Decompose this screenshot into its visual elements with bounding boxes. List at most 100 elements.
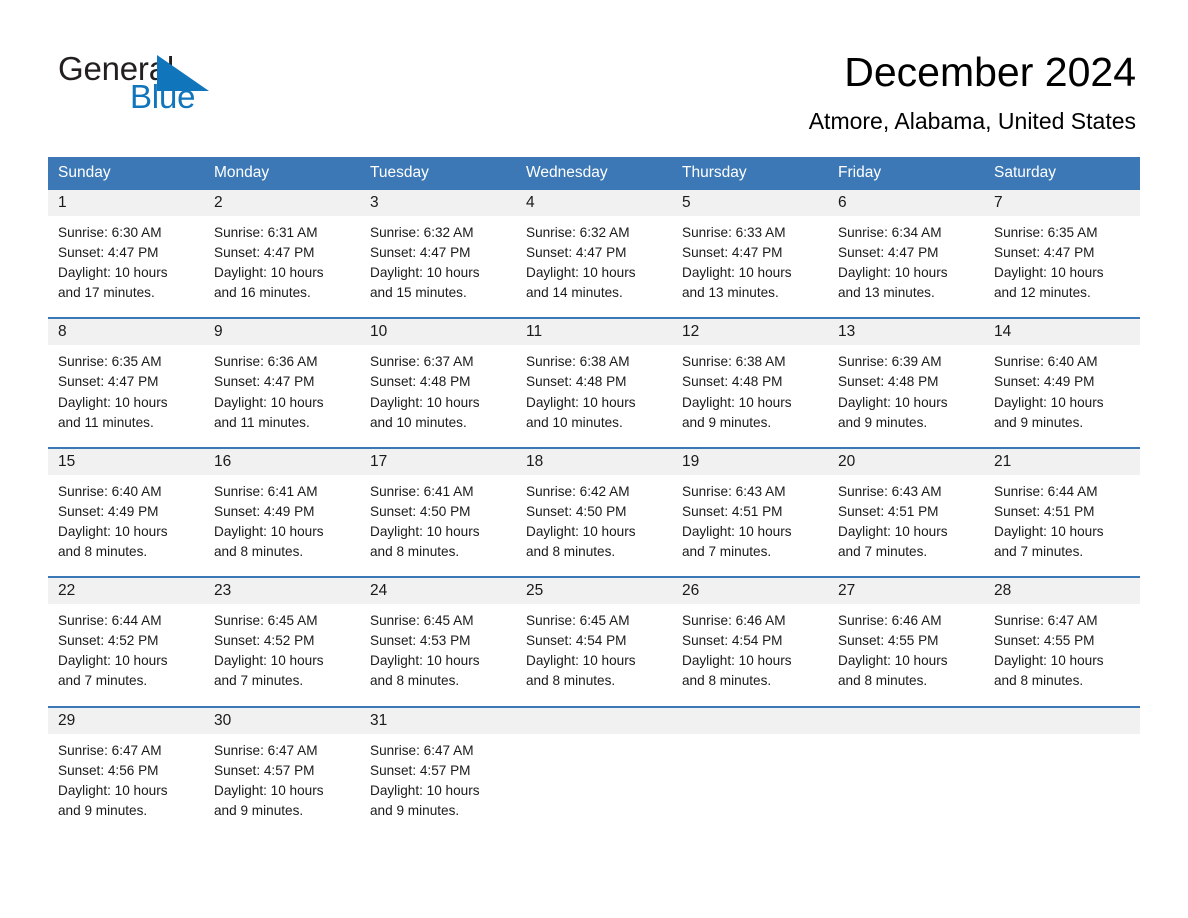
day-cell[interactable]: 2 Sunrise: 6:31 AM Sunset: 4:47 PM Dayli… (204, 190, 360, 318)
day-cell[interactable]: 12 Sunrise: 6:38 AM Sunset: 4:48 PM Dayl… (672, 319, 828, 447)
day-sun-info: Sunrise: 6:33 AM Sunset: 4:47 PM Dayligh… (682, 225, 792, 301)
day-cell[interactable]: 13 Sunrise: 6:39 AM Sunset: 4:48 PM Dayl… (828, 319, 984, 447)
day-cell[interactable]: 25 Sunrise: 6:45 AM Sunset: 4:54 PM Dayl… (516, 578, 672, 706)
day-number: 31 (360, 707, 516, 734)
day-sun-info: Sunrise: 6:36 AM Sunset: 4:47 PM Dayligh… (214, 354, 324, 430)
day-sun-info: Sunrise: 6:40 AM Sunset: 4:49 PM Dayligh… (58, 483, 168, 560)
day-number: 1 (48, 190, 204, 216)
day-number: 15 (48, 448, 204, 475)
day-cell[interactable]: 17 Sunrise: 6:41 AM Sunset: 4:50 PM Dayl… (360, 448, 516, 577)
day-cell[interactable]: 21 Sunrise: 6:44 AM Sunset: 4:51 PM Dayl… (984, 448, 1140, 577)
weekday-header-thursday: Thursday (682, 164, 747, 181)
day-number (672, 707, 828, 734)
weekday-header-wednesday: Wednesday (526, 164, 608, 181)
title-block: December 2024 Atmore, Alabama, United St… (809, 48, 1136, 136)
day-sun-info: Sunrise: 6:41 AM Sunset: 4:49 PM Dayligh… (214, 483, 324, 560)
day-number: 3 (360, 190, 516, 216)
day-sun-info: Sunrise: 6:43 AM Sunset: 4:51 PM Dayligh… (838, 483, 948, 560)
day-number (516, 707, 672, 734)
day-cell[interactable]: 3 Sunrise: 6:32 AM Sunset: 4:47 PM Dayli… (360, 190, 516, 318)
day-sun-info (516, 734, 672, 741)
day-cell[interactable]: 31 Sunrise: 6:47 AM Sunset: 4:57 PM Dayl… (360, 707, 516, 835)
day-cell[interactable]: 29 Sunrise: 6:47 AM Sunset: 4:56 PM Dayl… (48, 707, 204, 835)
weekday-header-sunday: Sunday (58, 164, 111, 181)
day-number: 2 (204, 190, 360, 216)
page-title: December 2024 (844, 49, 1136, 95)
day-sun-info: Sunrise: 6:35 AM Sunset: 4:47 PM Dayligh… (58, 354, 168, 430)
day-number: 22 (48, 578, 204, 605)
day-sun-info (828, 734, 984, 741)
logo-text-blue: Blue (130, 78, 196, 115)
day-sun-info: Sunrise: 6:32 AM Sunset: 4:47 PM Dayligh… (370, 225, 480, 301)
day-number: 28 (984, 578, 1140, 605)
day-number: 26 (672, 578, 828, 605)
day-number (984, 707, 1140, 734)
weekday-header-row: Sunday Monday Tuesday Wednesday Thursday… (48, 157, 1140, 188)
weekday-header-saturday: Saturday (994, 164, 1057, 181)
day-number: 21 (984, 448, 1140, 475)
day-sun-info: Sunrise: 6:45 AM Sunset: 4:52 PM Dayligh… (214, 613, 324, 689)
day-number: 12 (672, 319, 828, 346)
day-cell[interactable]: 15 Sunrise: 6:40 AM Sunset: 4:49 PM Dayl… (48, 448, 204, 577)
day-sun-info: Sunrise: 6:37 AM Sunset: 4:48 PM Dayligh… (370, 354, 480, 430)
day-sun-info: Sunrise: 6:47 AM Sunset: 4:57 PM Dayligh… (370, 742, 480, 818)
day-cell[interactable]: 26 Sunrise: 6:46 AM Sunset: 4:54 PM Dayl… (672, 578, 828, 706)
day-cell[interactable]: 9 Sunrise: 6:36 AM Sunset: 4:47 PM Dayli… (204, 319, 360, 447)
location-subtitle: Atmore, Alabama, United States (808, 108, 1136, 134)
day-sun-info: Sunrise: 6:32 AM Sunset: 4:47 PM Dayligh… (526, 225, 636, 301)
day-sun-info: Sunrise: 6:38 AM Sunset: 4:48 PM Dayligh… (682, 354, 792, 430)
week-row: 1 Sunrise: 6:30 AM Sunset: 4:47 PM Dayli… (48, 188, 1140, 318)
day-cell[interactable]: 19 Sunrise: 6:43 AM Sunset: 4:51 PM Dayl… (672, 448, 828, 577)
day-number: 25 (516, 578, 672, 605)
day-number: 18 (516, 448, 672, 475)
day-sun-info: Sunrise: 6:46 AM Sunset: 4:54 PM Dayligh… (682, 613, 792, 689)
day-sun-info: Sunrise: 6:40 AM Sunset: 4:49 PM Dayligh… (994, 354, 1104, 430)
day-sun-info: Sunrise: 6:46 AM Sunset: 4:55 PM Dayligh… (838, 613, 948, 689)
day-sun-info: Sunrise: 6:34 AM Sunset: 4:47 PM Dayligh… (838, 225, 948, 301)
day-cell[interactable]: 14 Sunrise: 6:40 AM Sunset: 4:49 PM Dayl… (984, 319, 1140, 447)
day-cell[interactable]: 7 Sunrise: 6:35 AM Sunset: 4:47 PM Dayli… (984, 190, 1140, 318)
day-sun-info: Sunrise: 6:47 AM Sunset: 4:56 PM Dayligh… (58, 742, 168, 818)
day-number: 14 (984, 319, 1140, 346)
day-cell[interactable]: 11 Sunrise: 6:38 AM Sunset: 4:48 PM Dayl… (516, 319, 672, 447)
day-number: 8 (48, 319, 204, 346)
day-cell[interactable]: 23 Sunrise: 6:45 AM Sunset: 4:52 PM Dayl… (204, 578, 360, 706)
day-cell[interactable]: 1 Sunrise: 6:30 AM Sunset: 4:47 PM Dayli… (48, 190, 204, 318)
day-sun-info: Sunrise: 6:42 AM Sunset: 4:50 PM Dayligh… (526, 483, 636, 560)
day-cell[interactable]: 24 Sunrise: 6:45 AM Sunset: 4:53 PM Dayl… (360, 578, 516, 706)
weekday-header-monday: Monday (214, 164, 270, 181)
day-cell[interactable]: 28 Sunrise: 6:47 AM Sunset: 4:55 PM Dayl… (984, 578, 1140, 706)
day-sun-info: Sunrise: 6:31 AM Sunset: 4:47 PM Dayligh… (214, 225, 324, 301)
day-sun-info: Sunrise: 6:44 AM Sunset: 4:51 PM Dayligh… (994, 483, 1104, 560)
day-number: 4 (516, 190, 672, 216)
day-sun-info: Sunrise: 6:43 AM Sunset: 4:51 PM Dayligh… (682, 483, 792, 560)
day-number: 6 (828, 190, 984, 216)
day-number: 19 (672, 448, 828, 475)
day-sun-info: Sunrise: 6:47 AM Sunset: 4:57 PM Dayligh… (214, 742, 324, 818)
day-number: 17 (360, 448, 516, 475)
week-row: 29 Sunrise: 6:47 AM Sunset: 4:56 PM Dayl… (48, 705, 1140, 835)
generalblue-logo[interactable]: General Blue (58, 52, 258, 118)
day-cell[interactable]: 30 Sunrise: 6:47 AM Sunset: 4:57 PM Dayl… (204, 707, 360, 835)
day-cell[interactable]: 20 Sunrise: 6:43 AM Sunset: 4:51 PM Dayl… (828, 448, 984, 577)
day-number (828, 707, 984, 734)
day-sun-info (672, 734, 828, 741)
day-cell[interactable]: 6 Sunrise: 6:34 AM Sunset: 4:47 PM Dayli… (828, 190, 984, 318)
day-cell[interactable]: 8 Sunrise: 6:35 AM Sunset: 4:47 PM Dayli… (48, 319, 204, 447)
week-row: 22 Sunrise: 6:44 AM Sunset: 4:52 PM Dayl… (48, 576, 1140, 706)
day-cell-empty (828, 707, 984, 835)
day-cell[interactable]: 16 Sunrise: 6:41 AM Sunset: 4:49 PM Dayl… (204, 448, 360, 577)
day-cell[interactable]: 27 Sunrise: 6:46 AM Sunset: 4:55 PM Dayl… (828, 578, 984, 706)
day-cell[interactable]: 22 Sunrise: 6:44 AM Sunset: 4:52 PM Dayl… (48, 578, 204, 706)
day-cell[interactable]: 5 Sunrise: 6:33 AM Sunset: 4:47 PM Dayli… (672, 190, 828, 318)
day-number: 23 (204, 578, 360, 605)
day-number: 27 (828, 578, 984, 605)
week-row: 8 Sunrise: 6:35 AM Sunset: 4:47 PM Dayli… (48, 317, 1140, 447)
day-sun-info: Sunrise: 6:45 AM Sunset: 4:53 PM Dayligh… (370, 613, 480, 689)
day-cell[interactable]: 4 Sunrise: 6:32 AM Sunset: 4:47 PM Dayli… (516, 190, 672, 318)
day-number: 5 (672, 190, 828, 216)
day-cell[interactable]: 10 Sunrise: 6:37 AM Sunset: 4:48 PM Dayl… (360, 319, 516, 447)
day-sun-info: Sunrise: 6:30 AM Sunset: 4:47 PM Dayligh… (58, 225, 168, 301)
day-cell[interactable]: 18 Sunrise: 6:42 AM Sunset: 4:50 PM Dayl… (516, 448, 672, 577)
weekday-header-friday: Friday (838, 164, 882, 181)
